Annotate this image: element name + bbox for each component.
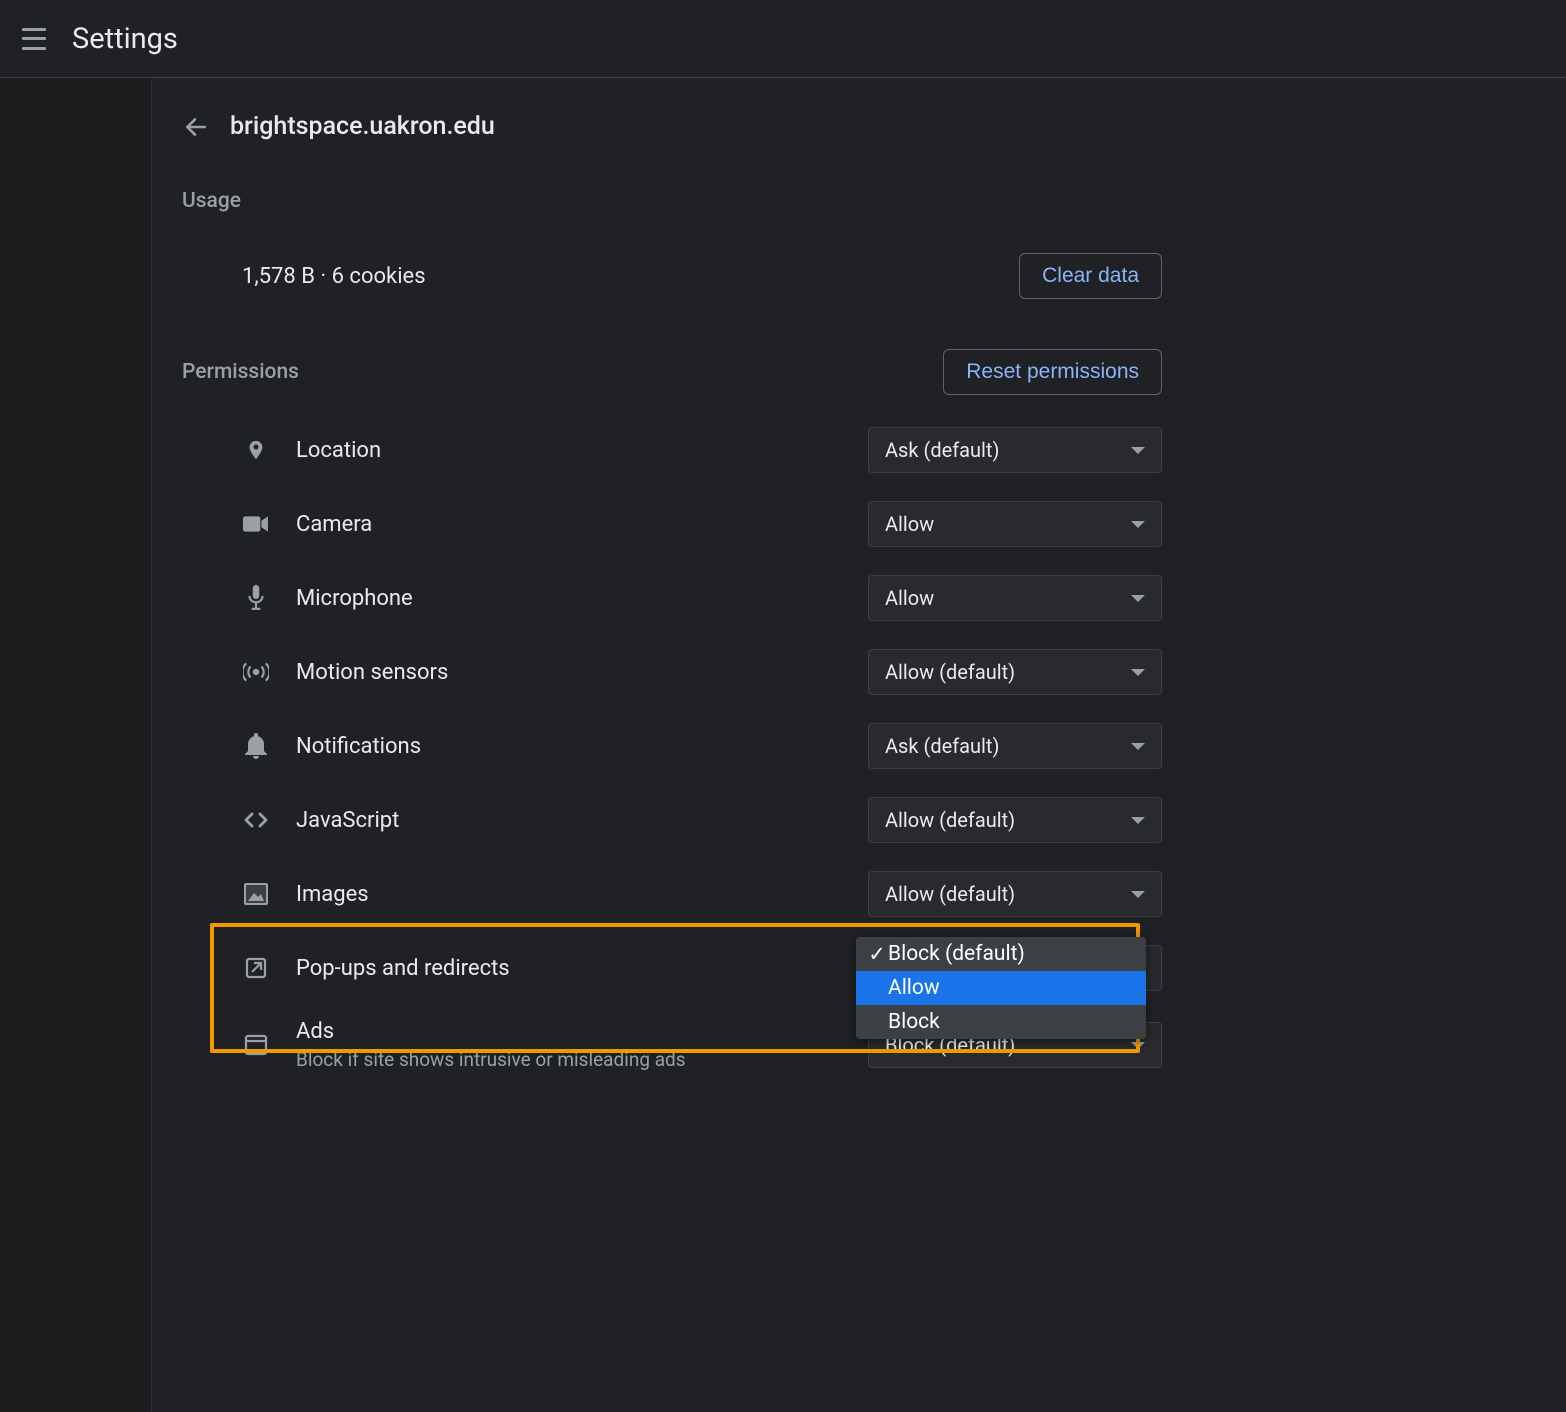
notifications-icon: [242, 732, 270, 760]
permission-label: Images: [296, 882, 868, 907]
camera-icon: [242, 510, 270, 538]
chevron-down-icon: [1131, 595, 1145, 602]
motion-select[interactable]: Allow (default): [868, 649, 1162, 695]
popups-dropdown-menu: ✓Block (default)AllowBlock: [856, 937, 1146, 1039]
back-arrow-icon[interactable]: [182, 113, 210, 141]
location-select[interactable]: Ask (default): [868, 427, 1162, 473]
chevron-down-icon: [1131, 743, 1145, 750]
permission-row-camera: CameraAllow: [182, 487, 1162, 561]
permission-row-location: LocationAsk (default): [182, 413, 1162, 487]
camera-select[interactable]: Allow: [868, 501, 1162, 547]
microphone-select[interactable]: Allow: [868, 575, 1162, 621]
notifications-select[interactable]: Ask (default): [868, 723, 1162, 769]
chevron-down-icon: [1131, 669, 1145, 676]
permission-row-microphone: MicrophoneAllow: [182, 561, 1162, 635]
menu-icon[interactable]: [22, 28, 46, 50]
permission-row-javascript: JavaScriptAllow (default): [182, 783, 1162, 857]
chevron-down-icon: [1131, 891, 1145, 898]
check-icon: ✓: [866, 942, 888, 967]
chevron-down-icon: [1131, 447, 1145, 454]
chevron-down-icon: [1131, 521, 1145, 528]
location-icon: [242, 436, 270, 464]
clear-data-button[interactable]: Clear data: [1019, 253, 1162, 299]
dropdown-option[interactable]: Allow: [856, 971, 1146, 1005]
permission-label: JavaScript: [296, 808, 868, 833]
permission-label: Motion sensors: [296, 660, 868, 685]
javascript-select[interactable]: Allow (default): [868, 797, 1162, 843]
images-select[interactable]: Allow (default): [868, 871, 1162, 917]
motion-icon: [242, 658, 270, 686]
permission-row-images: ImagesAllow (default): [182, 857, 1162, 931]
images-icon: [242, 880, 270, 908]
permissions-heading: Permissions Reset permissions: [182, 349, 1162, 395]
main-content: brightspace.uakron.edu Usage 1,578 B · 6…: [152, 78, 1566, 1412]
sidebar: [0, 78, 152, 1412]
javascript-icon: [242, 806, 270, 834]
permission-row-notifications: NotificationsAsk (default): [182, 709, 1162, 783]
dropdown-option[interactable]: Block: [856, 1005, 1146, 1039]
ads-icon: [242, 1031, 270, 1059]
permission-label: Microphone: [296, 586, 868, 611]
permission-label: Notifications: [296, 734, 868, 759]
permission-label: Camera: [296, 512, 868, 537]
site-title: brightspace.uakron.edu: [230, 112, 495, 141]
usage-heading: Usage: [182, 189, 1162, 213]
popups-icon: [242, 954, 270, 982]
permission-label: Ads: [296, 1019, 868, 1044]
dropdown-option[interactable]: ✓Block (default): [856, 937, 1146, 971]
chevron-down-icon: [1131, 817, 1145, 824]
reset-permissions-button[interactable]: Reset permissions: [943, 349, 1162, 395]
chevron-down-icon: [1131, 1042, 1145, 1049]
permission-label: Location: [296, 438, 868, 463]
permission-label: Pop-ups and redirects: [296, 956, 868, 981]
microphone-icon: [242, 584, 270, 612]
app-title: Settings: [72, 22, 178, 56]
permission-sublabel: Block if site shows intrusive or mislead…: [296, 1048, 868, 1071]
permission-row-motion: Motion sensorsAllow (default): [182, 635, 1162, 709]
usage-text: 1,578 B · 6 cookies: [242, 264, 426, 289]
top-bar: Settings: [0, 0, 1566, 78]
